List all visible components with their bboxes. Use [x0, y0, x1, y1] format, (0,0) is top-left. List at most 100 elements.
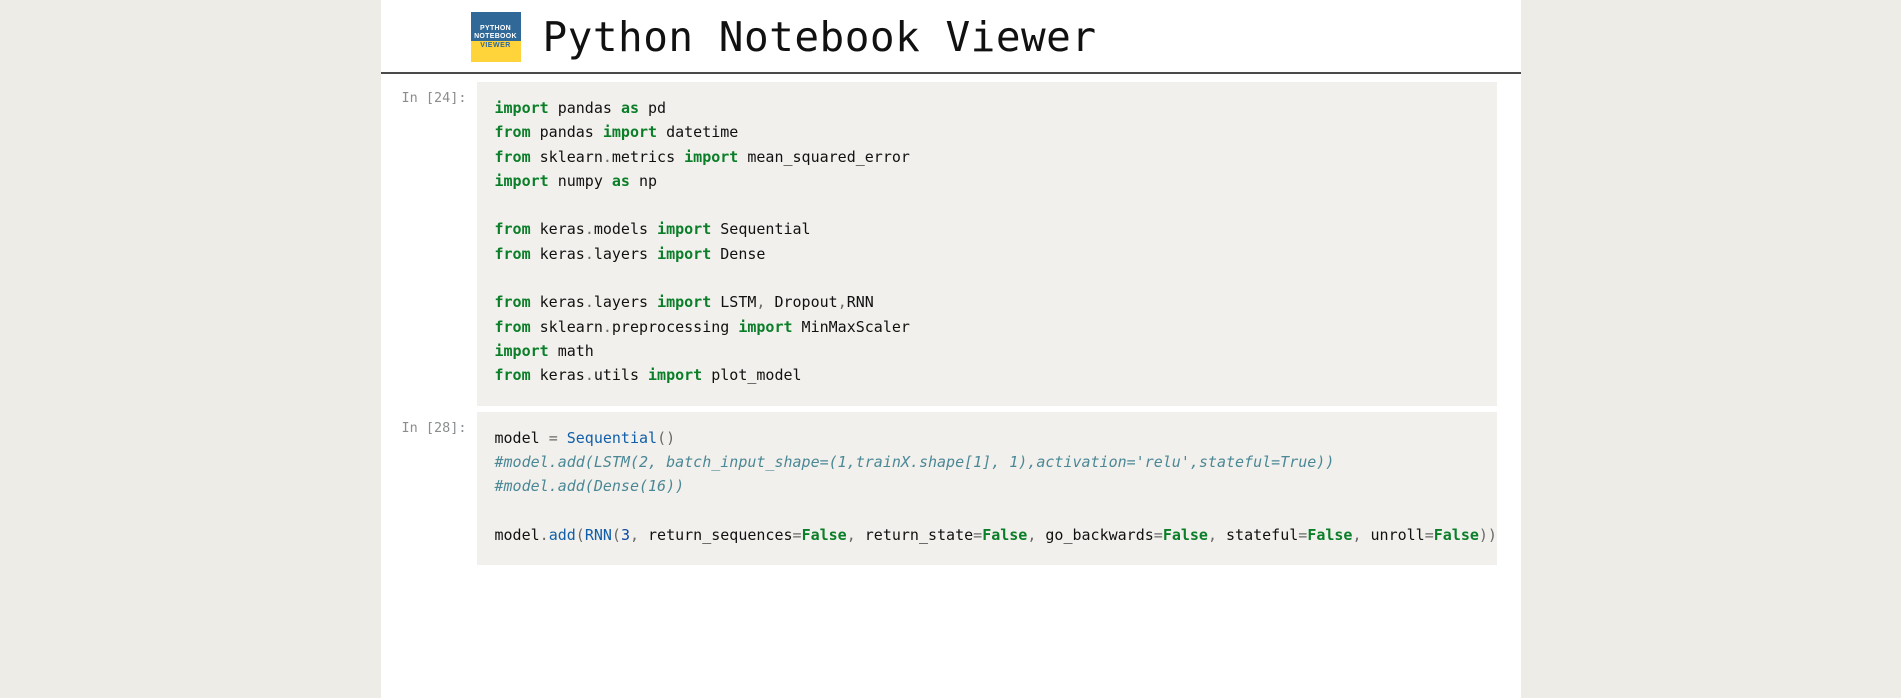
code-line: from keras.models import Sequential: [495, 217, 1479, 241]
code-token: .: [585, 245, 594, 263]
code-token: keras: [531, 366, 585, 384]
code-token: import: [495, 99, 549, 117]
code-token: pd: [639, 99, 666, 117]
code-token: keras: [531, 220, 585, 238]
code-token: as: [621, 99, 639, 117]
code-token: #model.add(LSTM(2, batch_input_shape=(1,…: [495, 453, 1335, 471]
code-line: import numpy as np: [495, 169, 1479, 193]
code-token: Sequential: [567, 429, 657, 447]
code-token: import: [495, 172, 549, 190]
code-token: .: [603, 318, 612, 336]
code-token: math: [549, 342, 594, 360]
code-token: MinMaxScaler: [793, 318, 910, 336]
code-token: from: [495, 318, 531, 336]
code-token: (: [612, 526, 621, 544]
page-container: PYTHON NOTEBOOK VIEWER Python Notebook V…: [381, 0, 1521, 698]
code-token: plot_model: [702, 366, 801, 384]
code-line: #model.add(LSTM(2, batch_input_shape=(1,…: [495, 450, 1479, 474]
code-token: from: [495, 366, 531, 384]
code-input-area[interactable]: import pandas as pd from pandas import da…: [477, 82, 1497, 406]
code-token: preprocessing: [612, 318, 738, 336]
code-token: [856, 526, 865, 544]
code-token: Dense: [711, 245, 765, 263]
code-token: False: [1307, 526, 1352, 544]
code-token: model: [495, 429, 549, 447]
code-cell: In [24]: import pandas as pd from pandas i…: [381, 82, 1521, 406]
code-token: add: [549, 526, 576, 544]
code-token: )): [1479, 526, 1497, 544]
code-token: as: [612, 172, 630, 190]
code-token: from: [495, 293, 531, 311]
code-token: .: [585, 366, 594, 384]
code-line: [495, 193, 1479, 217]
code-token: datetime: [657, 123, 738, 141]
code-token: ,: [847, 526, 856, 544]
code-line: [495, 266, 1479, 290]
code-token: import: [648, 366, 702, 384]
logo-bottom: VIEWER: [471, 41, 521, 62]
code-token: False: [1163, 526, 1208, 544]
code-token: models: [594, 220, 657, 238]
code-token: sklearn: [531, 148, 603, 166]
code-token: (): [657, 429, 675, 447]
code-token: return_state: [865, 526, 973, 544]
code-token: =: [793, 526, 802, 544]
code-token: import: [738, 318, 792, 336]
code-line: #model.add(Dense(16)): [495, 474, 1479, 498]
code-line: from sklearn.preprocessing import MinMax…: [495, 315, 1479, 339]
code-line: from keras.utils import plot_model: [495, 363, 1479, 387]
code-line: from keras.layers import Dense: [495, 242, 1479, 266]
code-token: False: [1434, 526, 1479, 544]
code-token: mean_squared_error: [738, 148, 910, 166]
code-line: model = Sequential(): [495, 426, 1479, 450]
code-token: #model.add(Dense(16)): [495, 477, 685, 495]
code-token: [1217, 526, 1226, 544]
code-token: from: [495, 220, 531, 238]
code-token: sklearn: [531, 318, 603, 336]
code-line: [495, 498, 1479, 522]
app-logo-icon: PYTHON NOTEBOOK VIEWER: [471, 12, 521, 62]
logo-text-line2: NOTEBOOK: [474, 33, 517, 40]
code-token: 3: [621, 526, 630, 544]
code-token: RNN: [847, 293, 874, 311]
notebook-container: In [24]: import pandas as pd from pandas i…: [381, 74, 1521, 565]
code-token: =: [973, 526, 982, 544]
logo-text-line1: PYTHON: [480, 25, 511, 32]
logo-top: PYTHON NOTEBOOK: [471, 12, 521, 41]
code-token: import: [603, 123, 657, 141]
code-token: [639, 526, 648, 544]
code-token: pandas: [549, 99, 621, 117]
code-line: import math: [495, 339, 1479, 363]
code-token: keras: [531, 245, 585, 263]
code-token: RNN: [585, 526, 612, 544]
code-token: np: [630, 172, 657, 190]
code-token: ,: [1208, 526, 1217, 544]
code-token: import: [495, 342, 549, 360]
code-input-area[interactable]: model = Sequential() #model.add(LSTM(2, b…: [477, 412, 1497, 565]
code-token: import: [684, 148, 738, 166]
code-line: from pandas import datetime: [495, 120, 1479, 144]
code-token: from: [495, 245, 531, 263]
input-prompt: In [28]:: [381, 412, 477, 436]
code-token: import: [657, 245, 711, 263]
code-token: .: [585, 220, 594, 238]
app-title: Python Notebook Viewer: [543, 13, 1097, 61]
code-token: stateful: [1226, 526, 1298, 544]
code-token: return_sequences: [648, 526, 793, 544]
code-token: metrics: [612, 148, 684, 166]
code-token: False: [982, 526, 1027, 544]
code-token: Sequential: [711, 220, 810, 238]
code-token: =: [1298, 526, 1307, 544]
code-token: ,: [1352, 526, 1361, 544]
code-cell: In [28]: model = Sequential() #model.add(L…: [381, 412, 1521, 565]
code-token: [558, 429, 567, 447]
code-token: ,: [630, 526, 639, 544]
code-token: (: [576, 526, 585, 544]
code-line: model.add(RNN(3, return_sequences=False,…: [495, 523, 1479, 547]
code-token: from: [495, 123, 531, 141]
input-prompt: In [24]:: [381, 82, 477, 106]
code-token: from: [495, 148, 531, 166]
code-token: go_backwards: [1045, 526, 1153, 544]
header-bar: PYTHON NOTEBOOK VIEWER Python Notebook V…: [381, 0, 1521, 74]
code-token: LSTM: [711, 293, 756, 311]
